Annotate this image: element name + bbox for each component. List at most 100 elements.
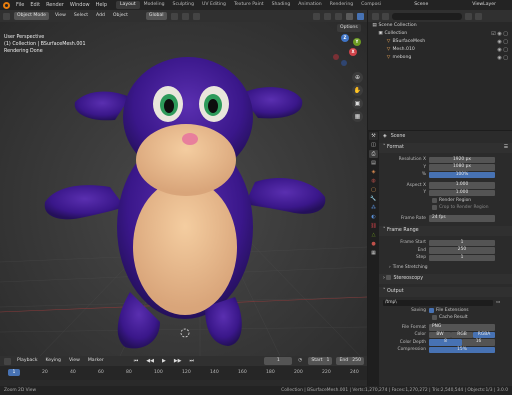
- collection-visibility-icons[interactable]: ☑ ◉ ▢: [491, 30, 508, 38]
- modifier-tab-icon[interactable]: 🔧: [369, 195, 378, 203]
- output-tab-icon[interactable]: ⎙: [369, 150, 378, 158]
- frame-range-panel-header[interactable]: ˅ Frame Range: [379, 226, 512, 236]
- shading-solid-icon[interactable]: [346, 12, 353, 20]
- data-tab-icon[interactable]: △: [369, 231, 378, 239]
- menu-edit[interactable]: Edit: [27, 2, 43, 8]
- workspace-tab-texture-paint[interactable]: Texture Paint: [230, 1, 268, 9]
- aspect-y-field[interactable]: 1.000: [429, 189, 495, 196]
- time-stretching-subpanel[interactable]: › Time Stretching: [379, 264, 512, 272]
- object-tab-icon[interactable]: ▢: [369, 186, 378, 194]
- prev-key-icon[interactable]: ◀◀: [144, 357, 156, 365]
- menu-render[interactable]: Render: [43, 2, 67, 8]
- play-icon[interactable]: ▶: [160, 357, 168, 365]
- gizmo-toggle-icon[interactable]: [324, 12, 331, 20]
- view-layer-tab-icon[interactable]: ▤: [369, 159, 378, 167]
- timeline-menu-keying[interactable]: Keying: [44, 357, 63, 365]
- timeline-menu-marker[interactable]: Marker: [86, 357, 106, 365]
- workspace-tab-layout[interactable]: Layout: [116, 1, 140, 9]
- timeline-menu-view[interactable]: View: [67, 357, 82, 365]
- snap-icon[interactable]: [181, 12, 189, 20]
- mode-selector[interactable]: Object Mode: [14, 12, 49, 20]
- options-dropdown[interactable]: Options: [337, 24, 361, 32]
- output-panel-header[interactable]: ˅ Output: [379, 287, 512, 297]
- particles-tab-icon[interactable]: ⁂: [369, 204, 378, 212]
- gizmo-z-axis[interactable]: Z: [341, 34, 349, 42]
- jump-start-icon[interactable]: ⏮: [132, 357, 141, 365]
- camera-view-icon[interactable]: ▣: [352, 98, 363, 109]
- material-tab-icon[interactable]: ●: [369, 240, 378, 248]
- next-key-icon[interactable]: ▶▶: [172, 357, 184, 365]
- outliner-item-collection[interactable]: ▣ Collection ☑ ◉ ▢: [368, 30, 512, 38]
- item-visibility-icons[interactable]: ◉ ▢: [497, 46, 508, 54]
- outliner[interactable]: ▤ Scene Collection ▣ Collection ☑ ◉ ▢ ▽ B…: [368, 10, 512, 130]
- playhead-frame[interactable]: 1: [8, 369, 20, 376]
- outliner-display-mode-icon[interactable]: [382, 12, 389, 20]
- workspace-tab-rendering[interactable]: Rendering: [326, 1, 357, 9]
- color-rgba-button[interactable]: RGBA: [473, 331, 495, 338]
- menu-view[interactable]: View: [53, 12, 68, 20]
- gizmo-neg-x[interactable]: [333, 54, 339, 60]
- tool-tab-icon[interactable]: ⚒: [369, 132, 378, 140]
- folder-icon[interactable]: ▭: [496, 300, 500, 305]
- workspace-tab-uv-editing[interactable]: UV Editing: [198, 1, 230, 9]
- editor-type-icon[interactable]: [3, 12, 10, 20]
- file-format-dropdown[interactable]: PNG: [429, 324, 495, 331]
- menu-file[interactable]: File: [13, 2, 27, 8]
- start-frame-field[interactable]: Start 1: [308, 357, 333, 365]
- crop-checkbox[interactable]: [432, 205, 437, 211]
- color-bw-button[interactable]: BW: [429, 331, 451, 338]
- scene-range-icon[interactable]: ◷: [296, 357, 304, 365]
- timeline-ruler[interactable]: 1 20 40 60 80 100 120 140 160 180 200 220 240: [0, 366, 367, 380]
- blender-logo-icon[interactable]: [3, 1, 10, 9]
- resolution-percent-field[interactable]: 100%: [429, 171, 495, 178]
- current-frame-field[interactable]: 1: [264, 357, 293, 365]
- frame-end-field[interactable]: 250: [429, 247, 495, 254]
- navigation-gizmo[interactable]: X Y Z: [327, 34, 363, 70]
- visibility-icon[interactable]: [313, 12, 320, 20]
- pivot-icon[interactable]: [170, 12, 178, 20]
- end-frame-field[interactable]: End 250: [336, 357, 364, 365]
- cache-result-checkbox[interactable]: [432, 315, 437, 321]
- resolution-y-field[interactable]: 1080 px: [429, 164, 495, 171]
- world-tab-icon[interactable]: ◍: [369, 177, 378, 185]
- item-visibility-icons[interactable]: ◉ ▢: [497, 38, 508, 46]
- output-path-input[interactable]: /tmp\: [383, 299, 493, 306]
- properties-editor[interactable]: ⚒ ◫ ⎙ ▤ ◈ ◍ ▢ 🔧 ⁂ ◐ ⛓ △ ● ▦ ◈ Scene ˅ For…: [368, 131, 512, 386]
- aspect-x-field[interactable]: 1.000: [429, 182, 495, 189]
- gizmo-neg-z[interactable]: [341, 60, 347, 66]
- color-rgb-button[interactable]: RGB: [451, 331, 473, 338]
- format-panel-header[interactable]: ˅ Format ☰: [379, 143, 512, 153]
- workspace-tab-compositing[interactable]: Composi: [357, 1, 385, 9]
- menu-help[interactable]: Help: [93, 2, 110, 8]
- perspective-grid-icon[interactable]: ▦: [352, 111, 363, 122]
- menu-select[interactable]: Select: [72, 12, 90, 20]
- presets-icon[interactable]: ☰: [504, 143, 508, 153]
- transform-orientation-selector[interactable]: Global: [145, 12, 167, 20]
- render-tab-icon[interactable]: ◫: [369, 141, 378, 149]
- menu-window[interactable]: Window: [67, 2, 93, 8]
- new-collection-icon[interactable]: [475, 12, 482, 20]
- stereoscopy-panel-header[interactable]: › Stereoscopy: [379, 274, 512, 284]
- file-extensions-checkbox[interactable]: [429, 307, 434, 313]
- compression-slider[interactable]: 15%: [429, 346, 495, 353]
- render-region-row[interactable]: Render Region: [379, 197, 512, 205]
- workspace-tab-sculpting[interactable]: Sculpting: [169, 1, 198, 9]
- outliner-item-scene-collection[interactable]: ▤ Scene Collection: [368, 22, 512, 30]
- cache-row[interactable]: Cache Result: [379, 314, 512, 322]
- overlay-toggle-icon[interactable]: [335, 12, 342, 20]
- constraints-tab-icon[interactable]: ⛓: [369, 222, 378, 230]
- crop-row[interactable]: Crop to Render Region: [379, 204, 512, 212]
- view-layer-selector[interactable]: ViewLayer: [470, 1, 512, 9]
- 3d-cursor[interactable]: [180, 328, 190, 338]
- stereoscopy-checkbox[interactable]: [386, 275, 392, 280]
- depth-16-button[interactable]: 16: [462, 339, 495, 346]
- menu-object[interactable]: Object: [111, 12, 130, 20]
- scene-selector[interactable]: Scene: [412, 1, 430, 9]
- workspace-tab-animation[interactable]: Animation: [294, 1, 325, 9]
- outliner-item-mesh-010[interactable]: ▽ Mesh.010 ◉ ▢: [368, 46, 512, 54]
- gizmo-y-axis[interactable]: Y: [353, 38, 361, 46]
- timeline-editor-icon[interactable]: [4, 357, 11, 365]
- frame-start-field[interactable]: 1: [429, 239, 495, 246]
- item-visibility-icons[interactable]: ◉ ▢: [497, 54, 508, 62]
- shading-rendered-icon[interactable]: [357, 12, 364, 20]
